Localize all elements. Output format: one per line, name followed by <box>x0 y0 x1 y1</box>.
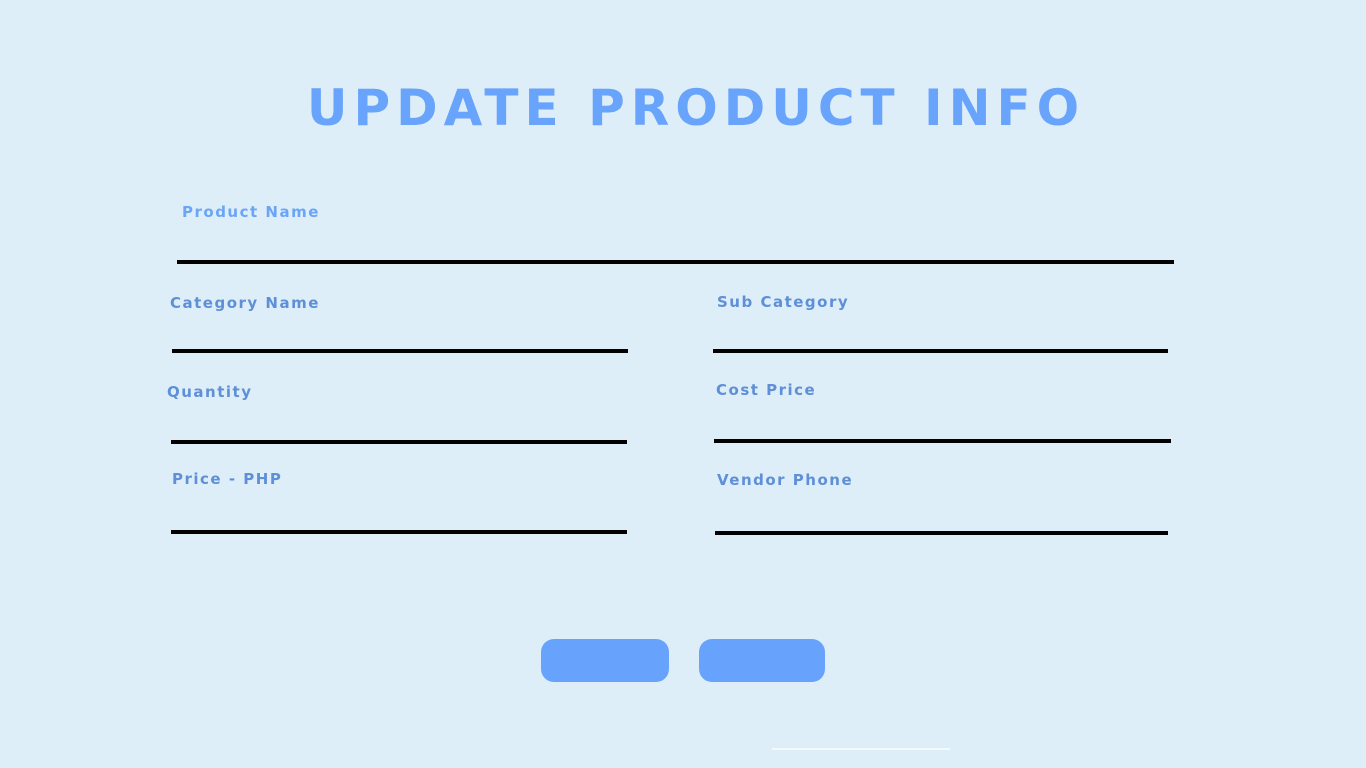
page-title: UPDATE PRODUCT INFO <box>306 79 1086 137</box>
cost-price-input[interactable] <box>714 417 1171 443</box>
update-button[interactable] <box>541 639 669 682</box>
vendor-phone-input[interactable] <box>715 509 1168 535</box>
cost-price-label: Cost Price <box>716 381 817 399</box>
sub-category-input[interactable] <box>713 327 1168 353</box>
price-php-label: Price - PHP <box>172 470 283 488</box>
footer-divider <box>772 748 950 750</box>
sub-category-label: Sub Category <box>717 293 850 311</box>
category-name-label: Category Name <box>170 294 320 312</box>
price-php-input[interactable] <box>171 508 627 534</box>
product-name-input[interactable] <box>177 238 1174 264</box>
quantity-input[interactable] <box>171 418 627 444</box>
cancel-button[interactable] <box>699 639 825 682</box>
category-name-input[interactable] <box>172 327 628 353</box>
product-name-label: Product Name <box>182 203 320 221</box>
quantity-label: Quantity <box>167 383 253 401</box>
vendor-phone-label: Vendor Phone <box>717 471 854 489</box>
